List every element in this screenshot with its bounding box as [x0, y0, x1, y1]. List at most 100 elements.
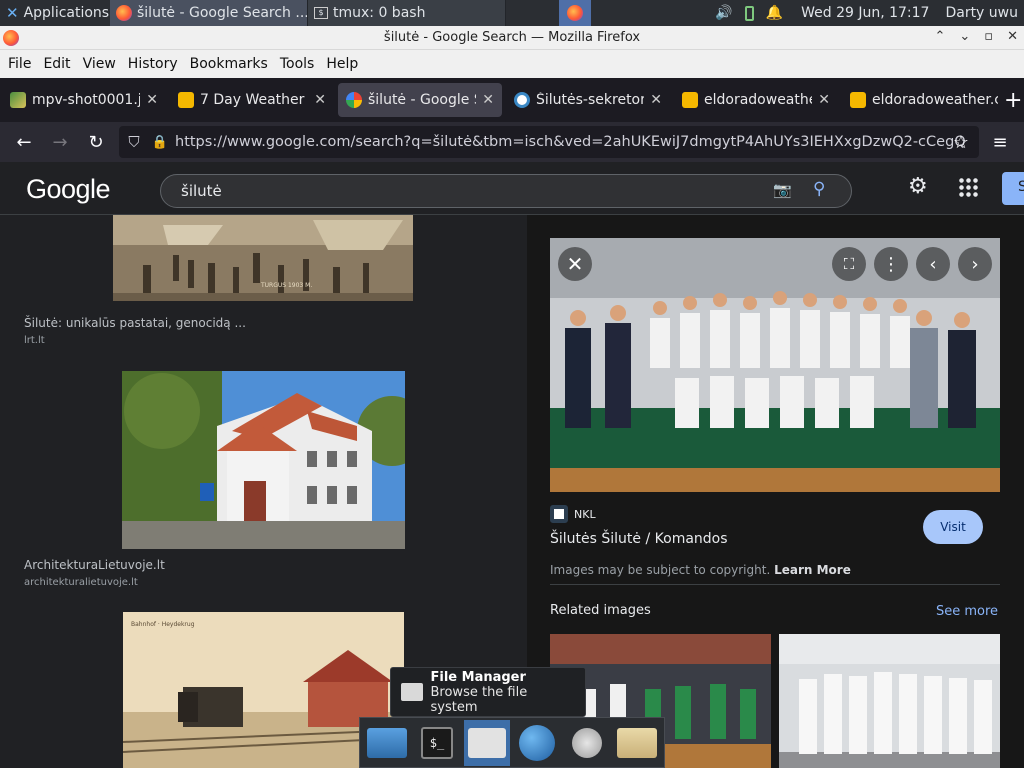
app-menu-icon[interactable]: ≡ — [982, 122, 1018, 162]
next-icon[interactable]: › — [958, 247, 992, 281]
close-tab-icon[interactable]: ✕ — [314, 92, 326, 108]
tab-label: mpv-shot0001.jpg — [32, 92, 141, 108]
navigation-toolbar: ← → ↻ ⛉ 🔒 https://www.google.com/search?… — [0, 122, 1024, 162]
visit-button[interactable]: Visit — [923, 510, 983, 544]
battery-icon[interactable] — [739, 0, 760, 26]
lens-search-icon[interactable]: ⛶ — [832, 247, 866, 281]
close-tab-icon[interactable]: ✕ — [818, 92, 830, 108]
tab-eldoradoweather-2[interactable]: eldoradoweather.com — [842, 83, 1006, 117]
source-row[interactable]: NKL — [550, 505, 596, 523]
tab-weather[interactable]: 7 Day Weather Fore ✕ — [170, 83, 334, 117]
apps-grid-icon[interactable] — [958, 177, 978, 197]
menu-history[interactable]: History — [122, 56, 184, 72]
applications-label: Applications — [23, 5, 110, 21]
menu-edit[interactable]: Edit — [37, 56, 76, 72]
result-image-building[interactable] — [122, 371, 405, 549]
sign-in-button[interactable]: S — [1002, 172, 1024, 205]
clock[interactable]: Wed 29 Jun, 17:17 — [789, 0, 935, 26]
taskbar-item-firefox[interactable]: šilutė - Google Search ... — [110, 0, 308, 26]
menu-view[interactable]: View — [77, 56, 122, 72]
menubar: File Edit View History Bookmarks Tools H… — [0, 50, 1024, 78]
result-title[interactable]: Šilutė: unikalūs pastatai, genocidą ... — [24, 316, 246, 330]
tab-google-search[interactable]: šilutė - Google Sear ✕ — [338, 83, 502, 117]
weather-icon — [850, 92, 866, 108]
notification-bell-icon[interactable]: 🔔 — [760, 0, 789, 26]
tab-eldoradoweather-1[interactable]: eldoradoweather.com ✕ — [674, 83, 838, 117]
globe-icon — [519, 724, 555, 761]
minimize-icon[interactable]: ⌃ — [934, 29, 945, 44]
taskbar-item-label: šilutė - Google Search ... — [137, 5, 308, 21]
window-titlebar[interactable]: šilutė - Google Search — Mozilla Firefox… — [0, 26, 1024, 50]
more-options-icon[interactable]: ⋮ — [874, 247, 908, 281]
result-source[interactable]: lrt.lt — [24, 335, 45, 346]
shade-icon[interactable]: ⌄ — [959, 29, 970, 44]
dock-show-desktop[interactable] — [364, 720, 410, 766]
tab-label: Šilutės-sekretoriatas — [536, 92, 645, 108]
user-name[interactable]: Darty uwu — [935, 0, 1024, 26]
result-image-market[interactable]: TURGUS 1903 M. — [113, 215, 413, 301]
workspace-switcher[interactable] — [559, 0, 592, 26]
system-panel: ✕ Applications šilutė - Google Search ..… — [0, 0, 1024, 26]
search-input[interactable]: šilutė 📷 ⚲ — [160, 174, 852, 208]
menu-help[interactable]: Help — [320, 56, 364, 72]
lock-icon[interactable]: 🔒 — [149, 135, 171, 150]
nkl-logo-icon — [550, 505, 568, 523]
dock-app-finder[interactable] — [564, 720, 610, 766]
dock-file-manager[interactable] — [464, 719, 510, 766]
window-controls: ⌃ ⌄ ▫ ✕ — [934, 29, 1018, 44]
reload-icon[interactable]: ↻ — [78, 122, 114, 162]
image-icon — [10, 92, 26, 108]
source-name: NKL — [574, 507, 596, 521]
applications-menu[interactable]: ✕ Applications — [0, 0, 110, 26]
image-preview-panel: ✕ ⛶ ⋮ ‹ › NKL Šilutės Šilutė / Komandos … — [527, 215, 1024, 768]
google-logo[interactable]: Google — [26, 174, 111, 205]
menu-bookmarks[interactable]: Bookmarks — [184, 56, 274, 72]
result-title[interactable]: ArchitekturaLietuvoje.lt — [24, 558, 165, 572]
preview-title[interactable]: Šilutės Šilutė / Komandos — [550, 531, 728, 547]
close-icon[interactable]: ✕ — [1007, 29, 1018, 44]
close-tab-icon[interactable]: ✕ — [650, 92, 662, 108]
new-tab-icon[interactable]: + — [1004, 88, 1022, 113]
dock-tooltip: File Manager Browse the file system — [390, 667, 586, 717]
tab-label: eldoradoweather.com — [872, 92, 998, 108]
search-icon[interactable]: ⚲ — [813, 179, 825, 199]
google-icon — [346, 92, 362, 108]
bookmark-star-icon[interactable]: ☆ — [943, 122, 979, 162]
dock-web-browser[interactable] — [514, 720, 560, 766]
copyright-notice: Images may be subject to copyright. Lear… — [550, 563, 851, 577]
forward-icon[interactable]: → — [42, 122, 78, 162]
related-images-heading: Related images — [550, 603, 651, 618]
dock-folder[interactable] — [614, 720, 660, 766]
result-source[interactable]: architekturalietuvoje.lt — [24, 577, 138, 588]
taskbar-item-terminal[interactable]: $ tmux: 0 bash — [308, 0, 506, 26]
camera-lens-icon[interactable]: 📷 — [773, 181, 792, 199]
menu-tools[interactable]: Tools — [274, 56, 321, 72]
dock: $_ — [359, 717, 665, 768]
folder-icon — [617, 727, 657, 758]
learn-more-link[interactable]: Learn More — [774, 563, 851, 577]
settings-gear-icon[interactable]: ⚙ — [908, 174, 928, 199]
related-image-2[interactable] — [779, 634, 1000, 768]
volume-icon[interactable]: 🔊 — [709, 0, 738, 26]
dock-terminal[interactable]: $_ — [414, 720, 460, 766]
close-tab-icon[interactable]: ✕ — [146, 92, 158, 108]
url-bar[interactable]: ⛉ 🔒 https://www.google.com/search?q=šilu… — [119, 126, 979, 158]
tab-label: šilutė - Google Sear — [368, 92, 476, 108]
tracking-shield-icon[interactable]: ⛉ — [119, 133, 149, 151]
firefox-icon — [567, 5, 584, 21]
tab-mpv-shot[interactable]: mpv-shot0001.jpg ✕ — [2, 83, 166, 117]
back-icon[interactable]: ← — [6, 122, 42, 162]
weather-icon — [178, 92, 194, 108]
see-more-link[interactable]: See more — [936, 604, 998, 619]
menu-file[interactable]: File — [2, 56, 37, 72]
maximize-icon[interactable]: ▫ — [984, 29, 993, 44]
terminal-icon: $ — [314, 7, 328, 19]
file-manager-icon — [401, 683, 423, 701]
previous-icon[interactable]: ‹ — [916, 247, 950, 281]
url-text: https://www.google.com/search?q=šilutė&t… — [175, 134, 966, 150]
close-icon[interactable]: ✕ — [558, 247, 592, 281]
tab-silutes-sekretoriatas[interactable]: Šilutės-sekretoriatas ✕ — [506, 83, 670, 117]
window-title: šilutė - Google Search — Mozilla Firefox — [383, 30, 641, 45]
terminal-icon: $_ — [421, 726, 453, 759]
close-tab-icon[interactable]: ✕ — [482, 92, 494, 108]
